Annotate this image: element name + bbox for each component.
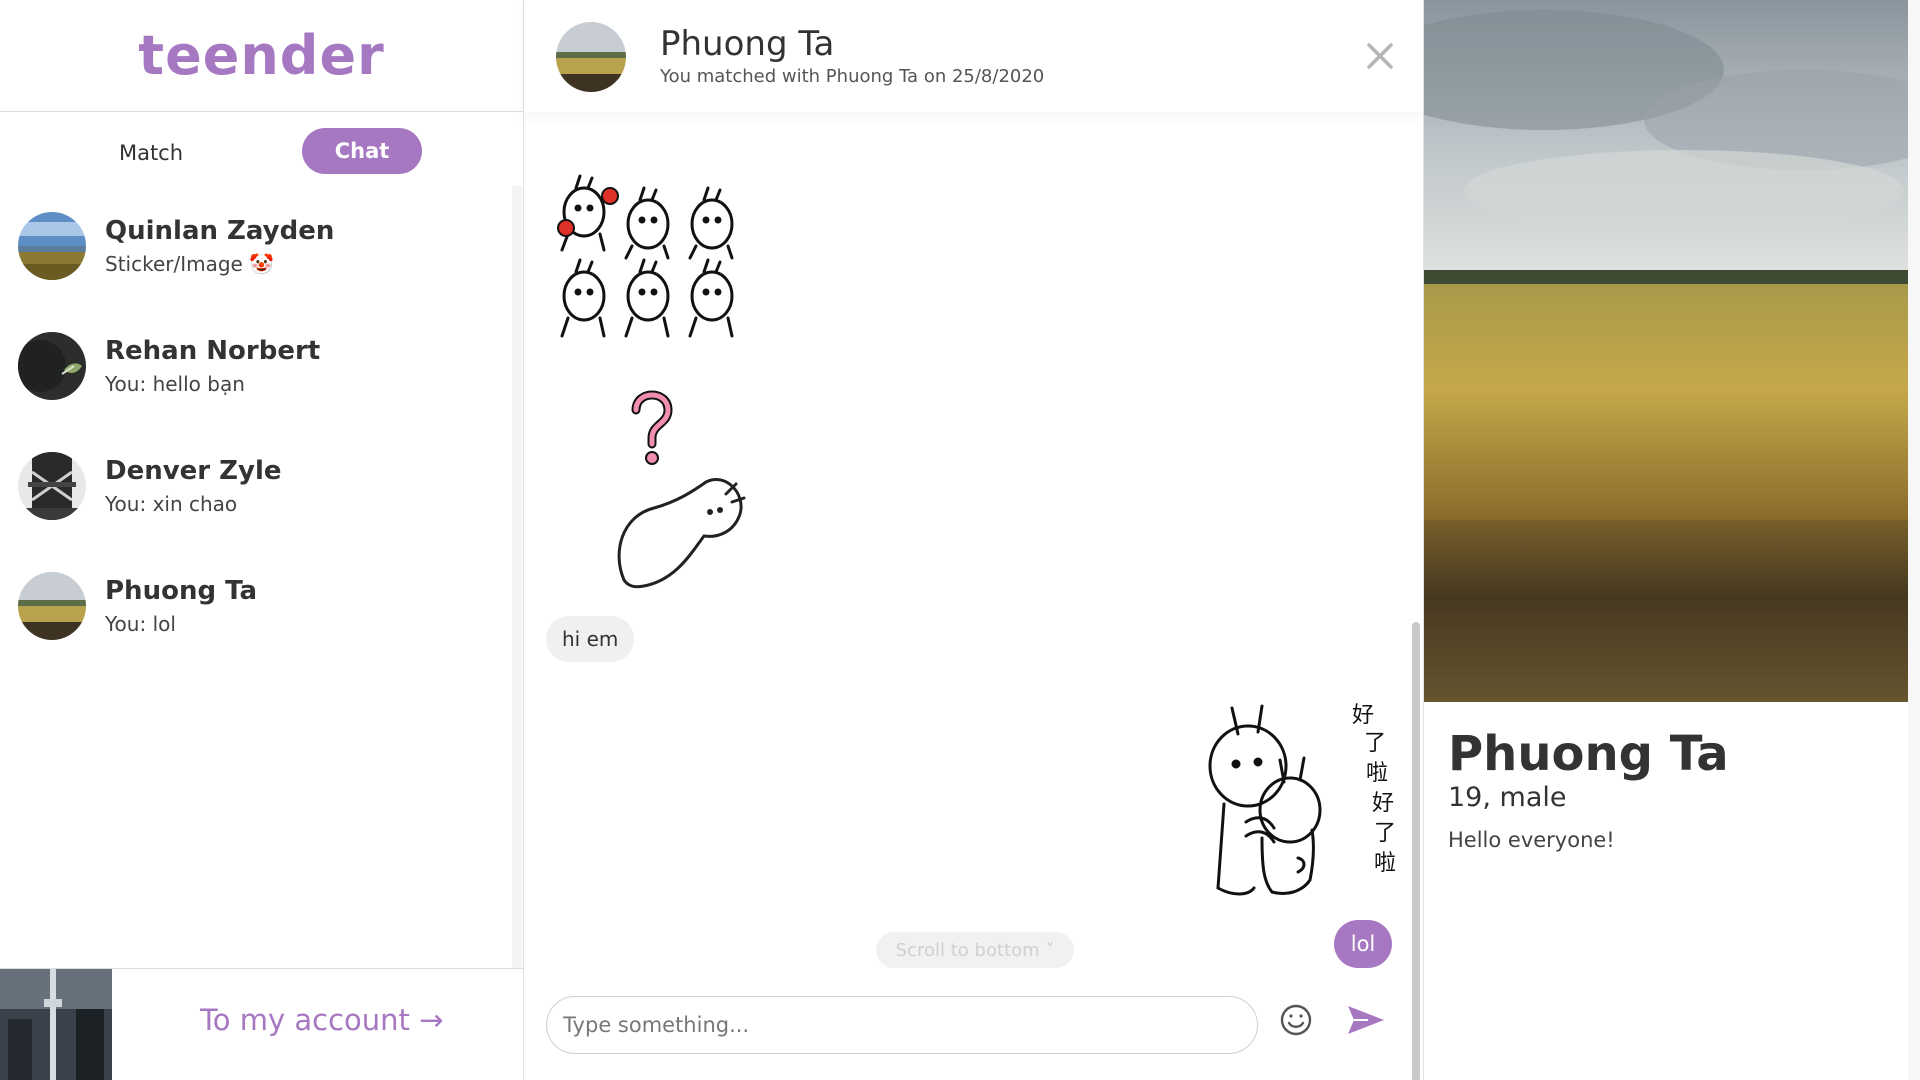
svg-text:好: 好: [1352, 703, 1374, 728]
conversation-list: Quinlan Zayden Sticker/Image 🤡 Rehan Nor…: [0, 186, 512, 666]
conversation-last-message: Sticker/Image 🤡: [105, 252, 275, 276]
avatar: [18, 332, 86, 400]
svg-text:了: 了: [1374, 821, 1396, 846]
outgoing-message: lol: [1334, 920, 1392, 968]
incoming-message: hi em: [546, 616, 635, 662]
chat-panel: Phuong Ta You matched with Phuong Ta on …: [524, 0, 1424, 1080]
conversation-name: Quinlan Zayden: [105, 216, 335, 246]
match-date: You matched with Phuong Ta on 25/8/2020: [660, 66, 1045, 87]
conversation-last-message: You: lol: [105, 612, 176, 636]
tab-chat[interactable]: Chat: [302, 128, 422, 174]
profile-age-gender: 19, male: [1448, 782, 1567, 813]
six-bunnies-sticker[interactable]: [554, 174, 750, 346]
avatar[interactable]: [556, 22, 626, 92]
send-icon[interactable]: [1344, 1000, 1388, 1040]
emoji-icon[interactable]: [1276, 1000, 1316, 1040]
scroll-to-bottom-button[interactable]: Scroll to bottom ˅: [876, 932, 1074, 968]
message-composer: [524, 974, 1424, 1080]
svg-text:啦: 啦: [1366, 761, 1388, 786]
conversation-name: Rehan Norbert: [105, 336, 321, 366]
hugging-bunnies-sticker[interactable]: 好 了 啦 好 了 啦: [1202, 692, 1398, 908]
svg-text:了: 了: [1364, 731, 1386, 756]
avatar: [18, 452, 86, 520]
conversation-last-message: You: hello bạn: [105, 372, 245, 396]
conversation-item[interactable]: Denver Zyle You: xin chao: [0, 426, 512, 546]
conversation-last-message: You: xin chao: [105, 492, 238, 516]
app-root: teender Match Chat Quinlan Zayden Sticke…: [0, 0, 1920, 1080]
sidebar-tabs: Match Chat: [0, 112, 523, 186]
tab-match[interactable]: Match: [95, 130, 207, 176]
conversation-item[interactable]: Phuong Ta You: lol: [0, 546, 512, 666]
chat-header: Phuong Ta You matched with Phuong Ta on …: [524, 0, 1424, 112]
account-avatar[interactable]: [0, 969, 112, 1080]
avatar: [18, 212, 86, 280]
profile-photo[interactable]: [1424, 0, 1908, 702]
sidebar-scrollbar[interactable]: [512, 186, 522, 968]
confused-bunny-sticker[interactable]: [614, 382, 754, 604]
app-logo[interactable]: teender: [0, 0, 523, 112]
message-list: hi em 好 了 啦 好 了 啦 lol Scroll to bottom ˅: [524, 112, 1424, 1080]
sidebar: teender Match Chat Quinlan Zayden Sticke…: [0, 0, 524, 1080]
close-icon[interactable]: [1362, 38, 1398, 74]
profile-panel: Phuong Ta 19, male Hello everyone!: [1424, 0, 1920, 1080]
svg-text:啦: 啦: [1374, 851, 1396, 876]
svg-text:好: 好: [1372, 791, 1394, 816]
chat-partner-name: Phuong Ta: [660, 24, 835, 64]
profile-bio: Hello everyone!: [1448, 828, 1615, 852]
avatar: [18, 572, 86, 640]
profile-scrollbar[interactable]: [1908, 0, 1920, 1080]
conversation-item[interactable]: Rehan Norbert You: hello bạn: [0, 306, 512, 426]
conversation-item[interactable]: Quinlan Zayden Sticker/Image 🤡: [0, 186, 512, 306]
to-my-account-link[interactable]: To my account →: [200, 1003, 443, 1037]
message-input[interactable]: [546, 996, 1258, 1054]
account-bar: To my account →: [0, 968, 524, 1080]
conversation-name: Denver Zyle: [105, 456, 282, 486]
conversation-name: Phuong Ta: [105, 576, 258, 606]
profile-name: Phuong Ta: [1448, 726, 1729, 782]
